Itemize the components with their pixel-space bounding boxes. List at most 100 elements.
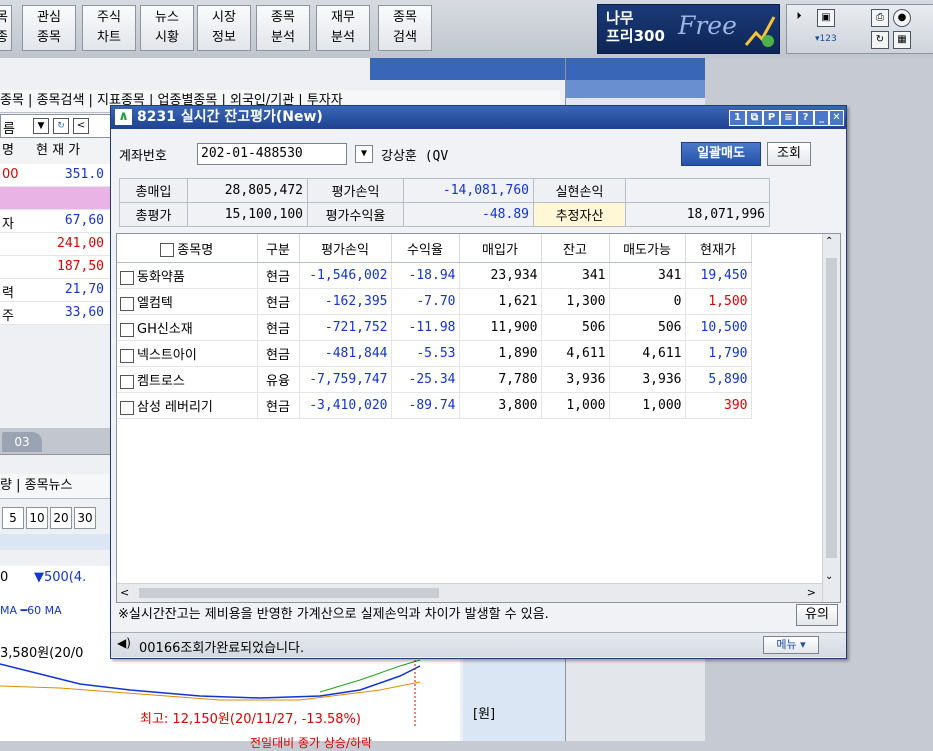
pin-icon[interactable]: 1	[729, 110, 746, 126]
scroll-thumb[interactable]	[826, 258, 837, 558]
scroll-up-icon[interactable]: ⌃	[825, 236, 833, 247]
row-checkbox[interactable]	[120, 296, 134, 311]
summary-value: 15,100,100	[187, 202, 308, 227]
row-checkbox[interactable]	[120, 374, 134, 389]
settings-icon[interactable]: ≡	[780, 110, 797, 126]
cell-rate: -18.94	[408, 268, 456, 283]
account-row: 계좌번호 202-01-488530 ▼ 강상훈 (QV 일괄매도 조회	[111, 132, 846, 166]
summary-label: 실현손익	[533, 178, 626, 203]
bg-ticker-row[interactable]: 241,00	[0, 233, 110, 256]
period-button[interactable]: 5	[2, 507, 24, 529]
notice-row: ※실시간잔고는 제비용을 반영한 가계산으로 실제손익과 차이가 발생할 수 있…	[116, 604, 839, 626]
cell-type: 현금	[266, 348, 290, 363]
table-row[interactable]: 엘컴텍 현금 -162,395 -7.70 1,621 1,300 0 1,500	[117, 288, 752, 315]
scroll-thumb-h[interactable]	[139, 588, 439, 598]
cell-pl: -7,759,747	[309, 372, 388, 387]
query-button[interactable]: 조회	[767, 142, 811, 166]
notice-button[interactable]: 유의	[796, 604, 838, 626]
chart-legend-note: 전일대비 종가 상승/하락	[250, 736, 373, 750]
row-checkbox[interactable]	[120, 348, 134, 363]
scroll-left-icon[interactable]: <	[120, 586, 129, 599]
horizontal-scrollbar[interactable]: < >	[117, 583, 822, 602]
bg-search-box[interactable]: 름 ▼ ↻ <	[0, 114, 112, 138]
column-header[interactable]: 잔고	[541, 234, 610, 263]
right-tools: ⏵ ▣ ▾123 ⎙ ● ↻ ▦	[786, 4, 933, 54]
bg-ticker-row[interactable]	[0, 187, 110, 210]
camera-icon[interactable]: ▣	[817, 9, 835, 27]
bg-ticker-row[interactable]: 자 67,60	[0, 210, 110, 233]
bg-ticker-price: 241,00	[57, 236, 104, 251]
column-header[interactable]: 매입가	[459, 234, 542, 263]
column-header[interactable]: 현재가	[685, 234, 752, 263]
bg-ticker-row[interactable]: 00 351.0	[0, 164, 110, 187]
table-row[interactable]: 넥스트아이 현금 -481,844 -5.53 1,890 4,611 4,611 1,790	[117, 340, 752, 367]
menu-button[interactable]: 메뉴 ▾	[763, 636, 819, 654]
table-row[interactable]: GH신소재 현금 -721,752 -11.98 11,900 506 506 10,500	[117, 314, 752, 341]
bg-ticker-row[interactable]: 주 33,60	[0, 302, 110, 325]
tab-03[interactable]: 03	[2, 432, 42, 452]
column-header-label: 잔고	[563, 242, 587, 258]
toolbar-button-line1: 재무	[331, 10, 355, 25]
toolbar-button[interactable]: 관심 종목	[22, 5, 76, 51]
bg-ticker-row[interactable]: 력 21,70	[0, 279, 110, 302]
holdings-grid: 종목명 구분 평가손익 수익율 매입가 잔고 매도가능 현재가 동화약품 현금 -1,546,00…	[116, 233, 841, 603]
table-row[interactable]: 삼성 레버리기 현금 -3,410,020 -89.74 3,800 1,000 1,000…	[117, 392, 752, 419]
column-header[interactable]: 종목명	[117, 234, 258, 263]
balance-window: ∧ 8231 실시간 잔고평가(New) 1 ⧉ P ≡ ? _ ✕ 계좌번호 …	[110, 105, 847, 659]
column-header[interactable]: 매도가능	[609, 234, 686, 263]
table-row[interactable]: 동화약품 현금 -1,546,002 -18.94 23,934 341 341 19,450	[117, 262, 752, 289]
cell-name: 삼성 레버리기	[137, 400, 213, 415]
play-icon[interactable]: ⏵	[791, 9, 807, 25]
column-header-label: 매입가	[482, 242, 518, 258]
close-icon[interactable]: ✕	[829, 110, 844, 126]
toolbar-button[interactable]: 시장 정보	[197, 5, 251, 51]
globe-icon[interactable]: ●	[893, 9, 911, 27]
bg-ticker-row[interactable]: 187,50	[0, 256, 110, 279]
column-header[interactable]: 수익율	[391, 234, 460, 263]
scroll-down-icon[interactable]: ⌄	[825, 571, 833, 582]
sell-all-button[interactable]: 일괄매도	[681, 142, 761, 166]
print-icon[interactable]: ⎙	[871, 9, 889, 27]
cell-name: 엘컴텍	[137, 296, 173, 311]
summary-label: 총매입	[119, 178, 188, 203]
account-input[interactable]: 202-01-488530	[197, 143, 347, 165]
calculator-icon[interactable]: ▦	[893, 31, 911, 49]
toolbar-button[interactable]: 재무 분석	[316, 5, 370, 51]
prev-icon[interactable]: <	[73, 118, 89, 134]
cell-type: 현금	[266, 322, 290, 337]
column-header[interactable]: 평가손익	[299, 234, 392, 263]
brand-line2: 프리300	[606, 27, 665, 45]
toolbar-button-line1: 관심	[37, 10, 61, 25]
period-button[interactable]: 20	[50, 507, 72, 529]
print-icon[interactable]: P	[763, 110, 780, 126]
period-button[interactable]: 30	[74, 507, 96, 529]
window-titlebar[interactable]: ∧ 8231 실시간 잔고평가(New) 1 ⧉ P ≡ ? _ ✕	[111, 106, 846, 129]
row-checkbox[interactable]	[120, 322, 134, 337]
toolbar-button[interactable]: 뉴스 시황	[140, 5, 194, 51]
help-icon[interactable]: ?	[797, 110, 814, 126]
vertical-scrollbar[interactable]: ⌃ ⌄	[822, 234, 840, 602]
minimize-icon[interactable]: _	[814, 110, 829, 126]
link-icon[interactable]: ⧉	[746, 110, 763, 126]
table-row[interactable]: 켐트로스 유융 -7,759,747 -25.34 7,780 3,936 3,936 5,8…	[117, 366, 752, 393]
select-all-checkbox[interactable]	[160, 243, 175, 257]
toolbar-partial-button[interactable]: 목종	[0, 5, 12, 51]
period-button[interactable]: 10	[26, 507, 48, 529]
news-tabs[interactable]: 량 | 종목뉴스	[0, 474, 110, 499]
refresh-icon[interactable]: ↻	[871, 31, 889, 49]
refresh-icon[interactable]: ↻	[53, 118, 69, 134]
row-checkbox[interactable]	[120, 270, 134, 285]
brand-free: Free	[678, 11, 737, 40]
toolbar-button[interactable]: 종목 검색	[378, 5, 432, 51]
dropdown-icon[interactable]: ▼	[33, 118, 49, 134]
row-checkbox[interactable]	[120, 400, 134, 415]
scroll-right-icon[interactable]: >	[807, 586, 816, 599]
cell-rate: -89.74	[408, 398, 456, 413]
toolbar-button[interactable]: 종목 분석	[256, 5, 310, 51]
column-header-label: 매도가능	[623, 242, 671, 258]
toolbar-button[interactable]: 주식 차트	[82, 5, 136, 51]
column-header[interactable]: 구분	[257, 234, 300, 263]
column-header-label: 구분	[266, 242, 290, 258]
account-dropdown-icon[interactable]: ▼	[355, 145, 373, 163]
cell-pl: -3,410,020	[309, 398, 388, 413]
